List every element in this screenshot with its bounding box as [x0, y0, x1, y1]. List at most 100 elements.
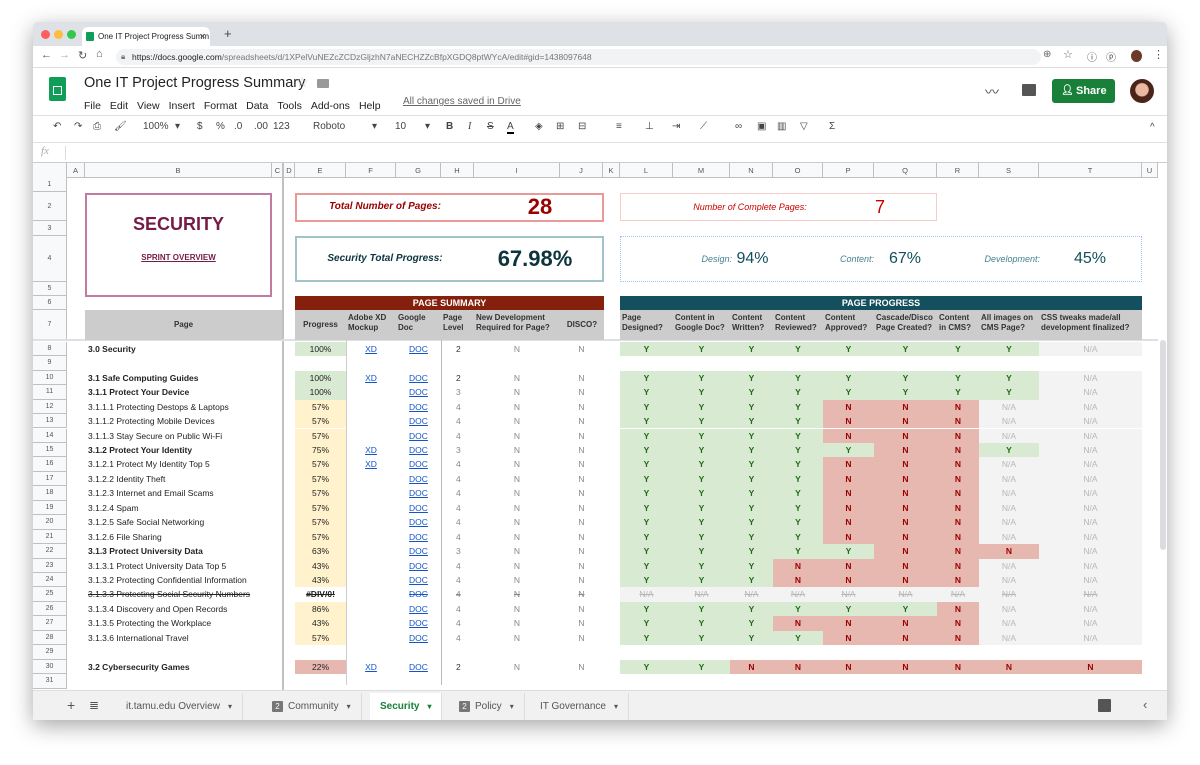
- progress-check-cell[interactable]: N: [874, 428, 937, 443]
- progress-check-cell[interactable]: Y: [823, 442, 874, 458]
- progress-check-cell[interactable]: N/A: [979, 471, 1039, 487]
- progress-check-cell[interactable]: Y: [620, 573, 673, 588]
- disco-cell[interactable]: N: [560, 501, 603, 515]
- page-name-cell[interactable]: 3.1.2.1 Protect My Identity Top 5: [88, 457, 282, 471]
- browser-tab[interactable]: One IT Project Progress Summ ✕: [82, 27, 210, 46]
- google-doc-link[interactable]: DOC: [396, 573, 441, 587]
- new-tab-button[interactable]: +: [224, 26, 232, 41]
- progress-check-cell[interactable]: Y: [673, 529, 730, 545]
- progress-check-cell[interactable]: N/A: [979, 414, 1039, 429]
- progress-cell[interactable]: 86%: [295, 601, 346, 617]
- row-header[interactable]: 29: [33, 645, 67, 660]
- page-name-cell[interactable]: 3.1.3.2 Protecting Confidential Informat…: [88, 573, 282, 587]
- google-doc-link[interactable]: DOC: [396, 443, 441, 457]
- page-name-cell[interactable]: 3.1.2.3 Internet and Email Scams: [88, 486, 282, 500]
- progress-check-cell[interactable]: N/A: [1039, 573, 1142, 588]
- progress-check-cell[interactable]: Y: [620, 399, 673, 415]
- progress-check-cell[interactable]: Y: [673, 370, 730, 386]
- new-development-cell[interactable]: N: [474, 429, 560, 443]
- progress-check-cell[interactable]: N: [874, 616, 937, 631]
- progress-check-cell[interactable]: N: [823, 486, 874, 501]
- url-field[interactable]: 🔒︎ https://docs.google.com/spreadsheets/…: [116, 49, 1041, 65]
- progress-cell[interactable]: 43%: [295, 573, 346, 588]
- page-level-cell[interactable]: 3: [441, 385, 474, 399]
- page-name-cell[interactable]: 3.1.3.6 International Travel: [88, 631, 282, 645]
- google-doc-link[interactable]: DOC: [396, 501, 441, 515]
- column-header-F[interactable]: F: [346, 163, 396, 178]
- progress-check-cell[interactable]: Y: [874, 370, 937, 386]
- insert-link-icon[interactable]: ∞: [735, 121, 742, 132]
- progress-check-cell[interactable]: Y: [673, 500, 730, 516]
- progress-cell[interactable]: 100%: [295, 370, 346, 386]
- row-header[interactable]: 18: [33, 486, 67, 501]
- progress-check-cell[interactable]: Y: [673, 630, 730, 646]
- page-level-cell[interactable]: 4: [441, 400, 474, 414]
- google-doc-link[interactable]: DOC: [396, 385, 441, 399]
- fill-color-icon[interactable]: ◈: [535, 121, 543, 132]
- disco-cell[interactable]: N: [560, 573, 603, 587]
- progress-cell[interactable]: 57%: [295, 414, 346, 429]
- progress-cell[interactable]: 100%: [295, 385, 346, 400]
- disco-cell[interactable]: N: [560, 544, 603, 558]
- progress-check-cell[interactable]: N/A: [1039, 471, 1142, 487]
- progress-check-cell[interactable]: N: [823, 529, 874, 545]
- progress-check-cell[interactable]: N/A: [1039, 385, 1142, 400]
- menu-data[interactable]: Data: [246, 100, 268, 112]
- progress-check-cell[interactable]: Y: [979, 370, 1039, 386]
- page-level-cell[interactable]: 4: [441, 472, 474, 486]
- progress-check-cell[interactable]: Y: [823, 385, 874, 400]
- row-header[interactable]: 10: [33, 370, 67, 386]
- progress-check-cell[interactable]: Y: [620, 385, 673, 400]
- progress-check-cell[interactable]: N: [874, 442, 937, 458]
- disco-cell[interactable]: N: [560, 472, 603, 486]
- column-header-N[interactable]: N: [730, 163, 773, 178]
- new-development-cell[interactable]: N: [474, 371, 560, 385]
- google-doc-link[interactable]: DOC: [396, 587, 441, 601]
- progress-check-cell[interactable]: N/A: [1039, 515, 1142, 530]
- progress-check-cell[interactable]: Y: [773, 428, 823, 443]
- progress-check-cell[interactable]: Y: [730, 529, 773, 545]
- page-name-cell[interactable]: 3.1.2 Protect Your Identity: [88, 443, 282, 457]
- progress-check-cell[interactable]: Y: [773, 414, 823, 429]
- progress-check-cell[interactable]: N/A: [937, 587, 979, 602]
- page-name-cell[interactable]: 3.2 Cybersecurity Games: [88, 660, 282, 674]
- row-header[interactable]: 9: [33, 356, 67, 371]
- activity-trend-icon[interactable]: 〰: [985, 82, 999, 102]
- progress-check-cell[interactable]: N/A: [773, 587, 823, 602]
- progress-check-cell[interactable]: N: [823, 414, 874, 429]
- progress-check-cell[interactable]: Y: [773, 341, 823, 357]
- progress-check-cell[interactable]: Y: [730, 341, 773, 357]
- progress-check-cell[interactable]: Y: [979, 341, 1039, 357]
- row-header[interactable]: 7: [33, 310, 67, 340]
- sheets-logo-icon[interactable]: [49, 77, 66, 101]
- new-development-cell[interactable]: N: [474, 472, 560, 486]
- browser-menu-icon[interactable]: ⋮: [1153, 48, 1164, 61]
- progress-check-cell[interactable]: Y: [730, 500, 773, 516]
- progress-check-cell[interactable]: N: [937, 630, 979, 646]
- progress-check-cell[interactable]: N: [823, 630, 874, 646]
- progress-check-cell[interactable]: Y: [673, 544, 730, 559]
- page-name-cell[interactable]: 3.1.1.3 Stay Secure on Public Wi-Fi: [88, 429, 282, 443]
- add-sheet-button[interactable]: +: [67, 697, 75, 713]
- google-doc-link[interactable]: DOC: [396, 530, 441, 544]
- progress-check-cell[interactable]: Y: [730, 601, 773, 617]
- decrease-decimal-button[interactable]: .0: [234, 121, 242, 132]
- row-header[interactable]: 24: [33, 573, 67, 588]
- row-header[interactable]: 19: [33, 500, 67, 516]
- text-color-button[interactable]: A: [507, 121, 514, 134]
- progress-check-cell[interactable]: Y: [620, 601, 673, 617]
- text-rotation-icon[interactable]: ⟋: [700, 121, 707, 132]
- column-header-J[interactable]: J: [560, 163, 603, 178]
- disco-cell[interactable]: N: [560, 486, 603, 500]
- row-header[interactable]: 6: [33, 296, 67, 310]
- functions-button[interactable]: Σ: [829, 121, 835, 132]
- profile-avatar[interactable]: [1131, 50, 1142, 62]
- new-development-cell[interactable]: N: [474, 486, 560, 500]
- page-name-cell[interactable]: 3.1.3.3 Protecting Social Security Numbe…: [88, 587, 282, 601]
- progress-check-cell[interactable]: N: [823, 399, 874, 415]
- strikethrough-button[interactable]: S: [487, 121, 494, 132]
- disco-cell[interactable]: N: [560, 660, 603, 674]
- progress-check-cell[interactable]: N: [937, 457, 979, 472]
- google-doc-link[interactable]: DOC: [396, 660, 441, 674]
- progress-check-cell[interactable]: N: [874, 399, 937, 415]
